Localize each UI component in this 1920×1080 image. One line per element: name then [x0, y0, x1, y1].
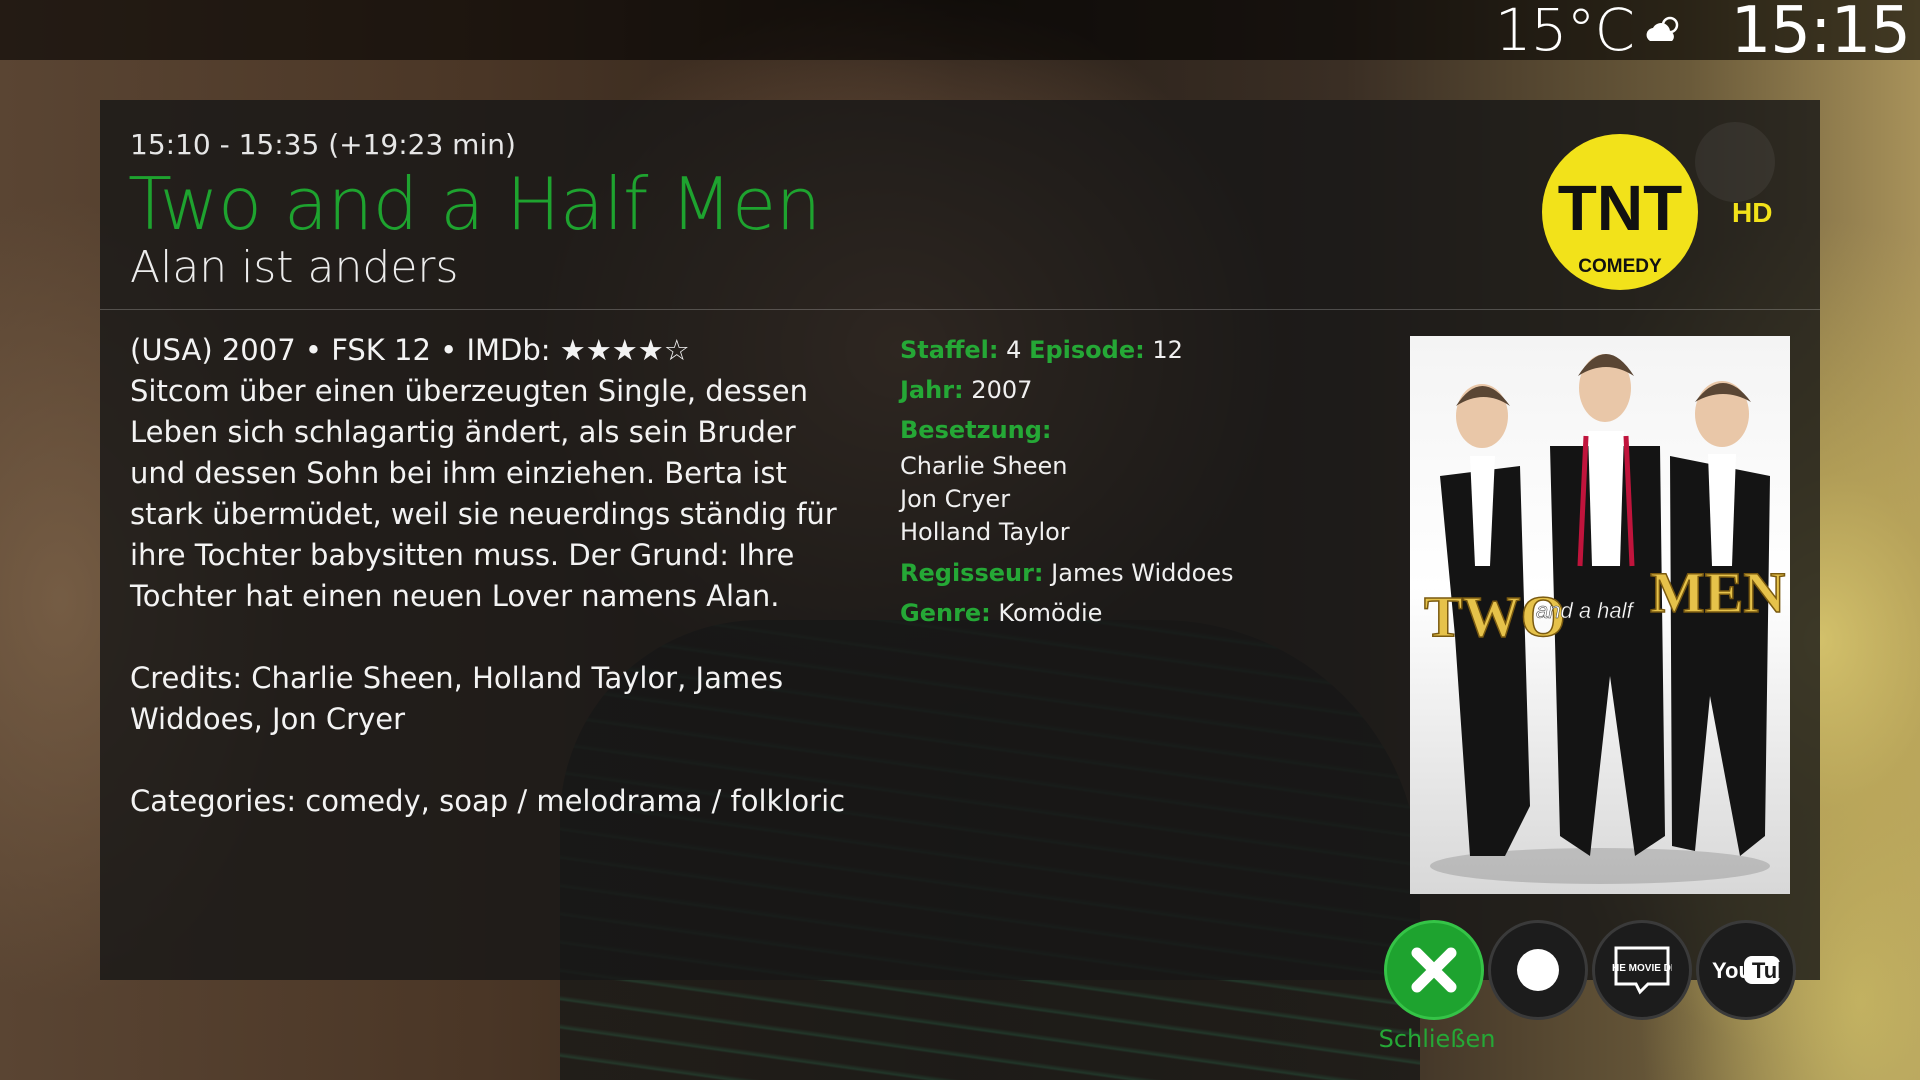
epg-info-panel: 15:10 - 15:35 (+19:23 min) Two and a Hal… — [100, 100, 1820, 980]
episode-label: Episode: — [1029, 336, 1145, 364]
tmdb-icon: THE MOVIE DB — [1612, 946, 1672, 995]
year-label: Jahr: — [900, 376, 964, 404]
youtube-icon-text: YouTube — [1712, 958, 1782, 983]
genre-line: Genre: Komödie — [900, 593, 1440, 633]
close-button[interactable]: Schließen — [1379, 920, 1495, 1053]
cast-member: Holland Taylor — [900, 518, 1070, 546]
weather-widget: 15°C — [1495, 0, 1684, 64]
close-icon — [1411, 947, 1457, 993]
svg-text:COMEDY: COMEDY — [1578, 256, 1662, 277]
poster-title-and-a-half: and a half — [1536, 598, 1636, 623]
poster-artwork: TWO and a half MEN — [1423, 354, 1786, 884]
clock: 15:15 — [1730, 0, 1911, 68]
svg-text:HD: HD — [1732, 197, 1772, 228]
top-bar: 15°C 15:15 — [0, 0, 1920, 68]
genre-label: Genre: — [900, 599, 991, 627]
tmdb-button[interactable]: THE MOVIE DB — [1592, 920, 1692, 1020]
record-button[interactable] — [1488, 920, 1588, 1020]
year-value: 2007 — [971, 376, 1033, 404]
program-description: (USA) 2007 • FSK 12 • IMDb: ★★★★☆ Sitcom… — [130, 330, 850, 863]
svg-text:TNT: TNT — [1558, 172, 1682, 244]
cast-label: Besetzung: — [900, 416, 1052, 444]
youtube-button[interactable]: YouTube — [1696, 920, 1796, 1020]
season-episode: Staffel: 4 Episode: 12 — [900, 330, 1440, 370]
season-value: 4 — [1006, 336, 1022, 364]
close-button-label: Schließen — [1378, 1025, 1496, 1053]
program-meta: (USA) 2007 • FSK 12 • IMDb: ★★★★☆ — [130, 333, 690, 367]
categories-text: Categories: comedy, soap / melodrama / f… — [130, 784, 846, 818]
cast-member: Charlie Sheen — [900, 452, 1068, 480]
season-label: Staffel: — [900, 336, 999, 364]
youtube-icon: YouTube — [1712, 956, 1782, 984]
cast-member: Jon Cryer — [900, 485, 1011, 513]
genre-value: Komödie — [998, 599, 1103, 627]
director-value: James Widdoes — [1051, 559, 1234, 587]
director-label: Regisseur: — [900, 559, 1044, 587]
credits-text: Credits: Charlie Sheen, Holland Taylor, … — [130, 661, 784, 736]
temperature: 15°C — [1494, 0, 1635, 64]
episode-title: Alan ist anders — [130, 242, 459, 293]
episode-value: 12 — [1152, 336, 1183, 364]
director-line: Regisseur: James Widdoes — [900, 553, 1440, 593]
program-details: Staffel: 4 Episode: 12 Jahr: 2007 Besetz… — [900, 330, 1440, 633]
channel-logo: TNT COMEDY HD — [1542, 122, 1775, 290]
tmdb-icon-text: THE MOVIE DB — [1612, 963, 1672, 974]
record-icon — [1517, 949, 1559, 991]
program-title: Two and a Half Men — [128, 162, 821, 246]
partly-cloudy-icon — [1646, 16, 1679, 41]
plot-text: Sitcom über einen überzeugten Single, de… — [130, 374, 837, 613]
action-buttons: Schließen THE MOVIE DB YouTube — [1379, 920, 1804, 1053]
info-header: 15:10 - 15:35 (+19:23 min) Two and a Hal… — [100, 100, 1820, 310]
year-line: Jahr: 2007 — [900, 370, 1440, 410]
poster-title-men: MEN — [1650, 560, 1785, 625]
program-poster: TWO and a half MEN — [1410, 336, 1790, 894]
time-range: 15:10 - 15:35 (+19:23 min) — [130, 128, 516, 161]
